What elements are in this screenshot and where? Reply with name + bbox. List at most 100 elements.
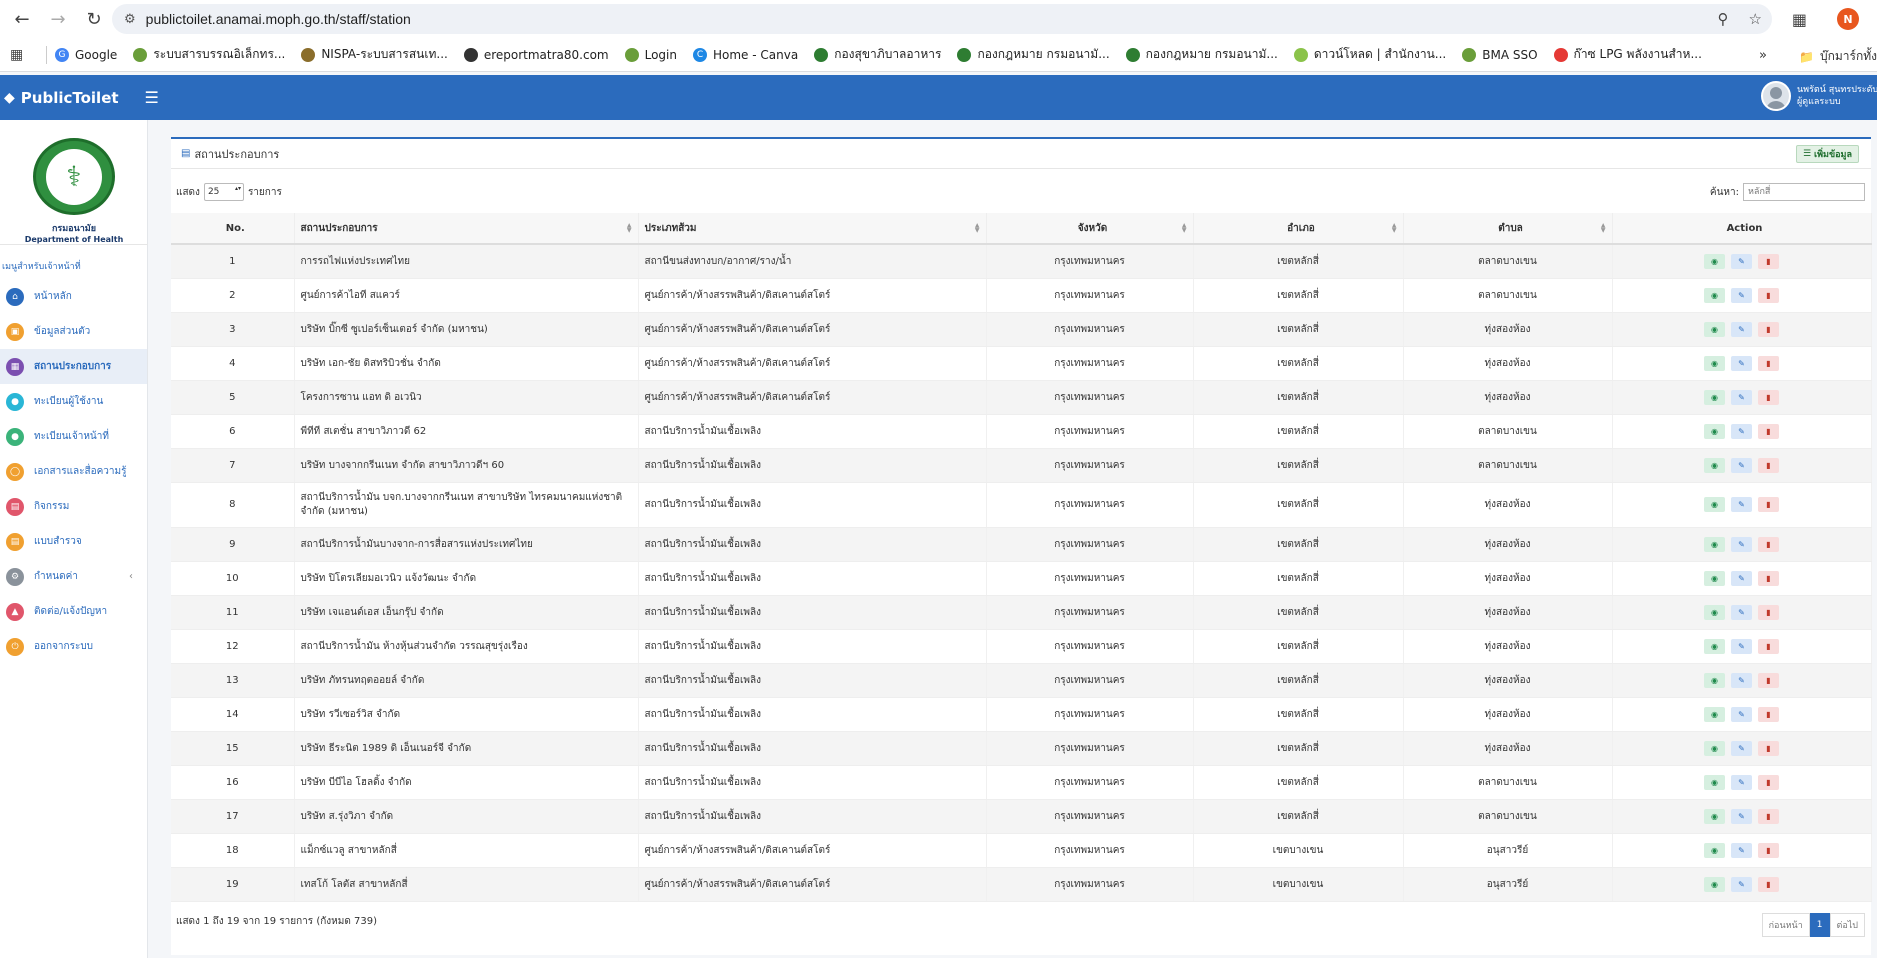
edit-button[interactable]: ✎ <box>1731 604 1752 620</box>
column-header-province[interactable]: จังหวัด ▲ ▼ <box>986 213 1194 245</box>
view-button[interactable]: ◉ <box>1704 672 1725 688</box>
edit-button[interactable]: ✎ <box>1731 389 1752 405</box>
view-button[interactable]: ◉ <box>1704 355 1725 371</box>
delete-button[interactable]: ▮ <box>1758 740 1779 756</box>
back-icon[interactable]: ← <box>8 5 36 33</box>
next-page-button[interactable]: ต่อไป <box>1829 913 1865 937</box>
bookmark-item[interactable]: G Google <box>55 47 117 62</box>
delete-button[interactable]: ▮ <box>1758 638 1779 654</box>
sidebar-item-activities[interactable]: ▤ กิจกรรม <box>0 489 147 524</box>
sidebar-item-contact[interactable]: ▲ ติดต่อ/แจ้งปัญหา <box>0 594 147 629</box>
delete-button[interactable]: ▮ <box>1758 389 1779 405</box>
sidebar-item-home[interactable]: ⌂ หน้าหลัก <box>0 279 147 314</box>
profile-avatar[interactable]: N <box>1837 8 1859 30</box>
edit-button[interactable]: ✎ <box>1731 740 1752 756</box>
edit-button[interactable]: ✎ <box>1731 706 1752 722</box>
sidebar-item-profile[interactable]: ▣ ข้อมูลส่วนตัว <box>0 314 147 349</box>
bookmark-item[interactable]: ดาวน์โหลด | สำนักงาน... <box>1293 45 1446 64</box>
bookmark-item[interactable]: กองสุขาภิบาลอาหาร <box>814 45 941 64</box>
column-header-subdistrict[interactable]: ตำบล ▲ ▼ <box>1403 213 1613 245</box>
forward-icon[interactable]: → <box>44 5 72 33</box>
delete-button[interactable]: ▮ <box>1758 774 1779 790</box>
view-button[interactable]: ◉ <box>1704 740 1725 756</box>
url-text[interactable]: publictoilet.anamai.moph.go.th/staff/sta… <box>146 11 411 27</box>
edit-button[interactable]: ✎ <box>1731 842 1752 858</box>
brand[interactable]: ◆ PublicToilet <box>4 89 119 107</box>
edit-button[interactable]: ✎ <box>1731 287 1752 303</box>
delete-button[interactable]: ▮ <box>1758 355 1779 371</box>
view-button[interactable]: ◉ <box>1704 497 1725 512</box>
sidebar-item-staff[interactable]: ● ทะเบียนเจ้าหน้าที่ <box>0 419 147 454</box>
site-info-icon[interactable]: ⚙ <box>124 12 136 27</box>
edit-button[interactable]: ✎ <box>1731 638 1752 654</box>
sidebar-item-survey[interactable]: ▤ แบบสำรวจ <box>0 524 147 559</box>
bookmark-item[interactable]: Login <box>624 47 677 62</box>
edit-button[interactable]: ✎ <box>1731 536 1752 552</box>
edit-button[interactable]: ✎ <box>1731 774 1752 790</box>
view-button[interactable]: ◉ <box>1704 389 1725 405</box>
view-button[interactable]: ◉ <box>1704 876 1725 892</box>
bookmark-item[interactable]: ereportmatra80.com <box>463 47 609 62</box>
delete-button[interactable]: ▮ <box>1758 706 1779 722</box>
view-button[interactable]: ◉ <box>1704 774 1725 790</box>
view-button[interactable]: ◉ <box>1704 423 1725 439</box>
delete-button[interactable]: ▮ <box>1758 672 1779 688</box>
delete-button[interactable]: ▮ <box>1758 497 1779 512</box>
bookmark-item[interactable]: ก๊าซ LPG พลังงานสำห... <box>1553 45 1702 64</box>
edit-button[interactable]: ✎ <box>1731 570 1752 586</box>
search-input[interactable] <box>1743 183 1865 201</box>
delete-button[interactable]: ▮ <box>1758 842 1779 858</box>
column-header-district[interactable]: อำเภอ ▲ ▼ <box>1193 213 1404 245</box>
edit-button[interactable]: ✎ <box>1731 423 1752 439</box>
view-button[interactable]: ◉ <box>1704 570 1725 586</box>
sidebar-item-stations[interactable]: ▦ สถานประกอบการ <box>0 349 147 384</box>
page-length-select[interactable]: 25 <box>203 183 244 201</box>
view-button[interactable]: ◉ <box>1704 536 1725 552</box>
delete-button[interactable]: ▮ <box>1758 253 1779 269</box>
edit-button[interactable]: ✎ <box>1731 497 1752 512</box>
column-header-no[interactable]: No. <box>171 213 295 245</box>
delete-button[interactable]: ▮ <box>1758 457 1779 473</box>
view-button[interactable]: ◉ <box>1704 842 1725 858</box>
extensions-icon[interactable]: ▦ <box>1792 10 1807 29</box>
edit-button[interactable]: ✎ <box>1731 355 1752 371</box>
sidebar-item-documents[interactable]: ◯ เอกสารและสื่อความรู้ <box>0 454 147 489</box>
bookmark-item[interactable]: กองกฎหมาย กรมอนามั... <box>957 45 1110 64</box>
delete-button[interactable]: ▮ <box>1758 570 1779 586</box>
sidebar-item-settings[interactable]: ⚙ กำหนดค่า ‹ <box>0 559 147 594</box>
view-button[interactable]: ◉ <box>1704 287 1725 303</box>
view-button[interactable]: ◉ <box>1704 253 1725 269</box>
apps-grid-icon[interactable]: ▦ <box>10 47 34 63</box>
delete-button[interactable]: ▮ <box>1758 876 1779 892</box>
page-number-button[interactable]: 1 <box>1809 913 1830 937</box>
reload-icon[interactable]: ↻ <box>80 5 108 33</box>
bookmark-item[interactable]: ระบบสารบรรณอิเล็กทร... <box>133 45 285 64</box>
view-button[interactable]: ◉ <box>1704 604 1725 620</box>
edit-button[interactable]: ✎ <box>1731 876 1752 892</box>
all-bookmarks-folder[interactable]: 📁 บุ๊กมาร์กทั้ง <box>1799 47 1877 66</box>
view-button[interactable]: ◉ <box>1704 638 1725 654</box>
bookmark-item[interactable]: กองกฎหมาย กรมอนามั... <box>1125 45 1278 64</box>
add-record-button[interactable]: ☰ เพิ่มข้อมูล <box>1795 145 1859 163</box>
view-button[interactable]: ◉ <box>1704 457 1725 473</box>
edit-button[interactable]: ✎ <box>1731 672 1752 688</box>
bookmark-item[interactable]: NISPA-ระบบสารสนเท... <box>301 45 448 64</box>
bookmarks-more-button[interactable]: » <box>1759 48 1767 63</box>
delete-button[interactable]: ▮ <box>1758 604 1779 620</box>
zoom-icon[interactable]: ⚲ <box>1718 10 1729 28</box>
column-header-type[interactable]: ประเภทส้วม ▲ ▼ <box>638 213 987 245</box>
sidebar-item-logout[interactable]: ⏻ ออกจากระบบ <box>0 629 147 664</box>
edit-button[interactable]: ✎ <box>1731 457 1752 473</box>
view-button[interactable]: ◉ <box>1704 808 1725 824</box>
delete-button[interactable]: ▮ <box>1758 321 1779 337</box>
delete-button[interactable]: ▮ <box>1758 536 1779 552</box>
previous-page-button[interactable]: ก่อนหน้า <box>1761 913 1810 937</box>
menu-toggle-icon[interactable]: ☰ <box>145 88 159 107</box>
column-header-name[interactable]: สถานประกอบการ ▲ ▼ <box>294 213 639 245</box>
bookmark-item[interactable]: BMA SSO <box>1462 47 1538 62</box>
address-bar[interactable]: ⚙ publictoilet.anamai.moph.go.th/staff/s… <box>112 4 1772 34</box>
delete-button[interactable]: ▮ <box>1758 423 1779 439</box>
view-button[interactable]: ◉ <box>1704 706 1725 722</box>
view-button[interactable]: ◉ <box>1704 321 1725 337</box>
user-menu[interactable]: นพรัตน์ สุนทรประดับฐี ผู้ดูแลระบบ <box>1761 81 1877 111</box>
